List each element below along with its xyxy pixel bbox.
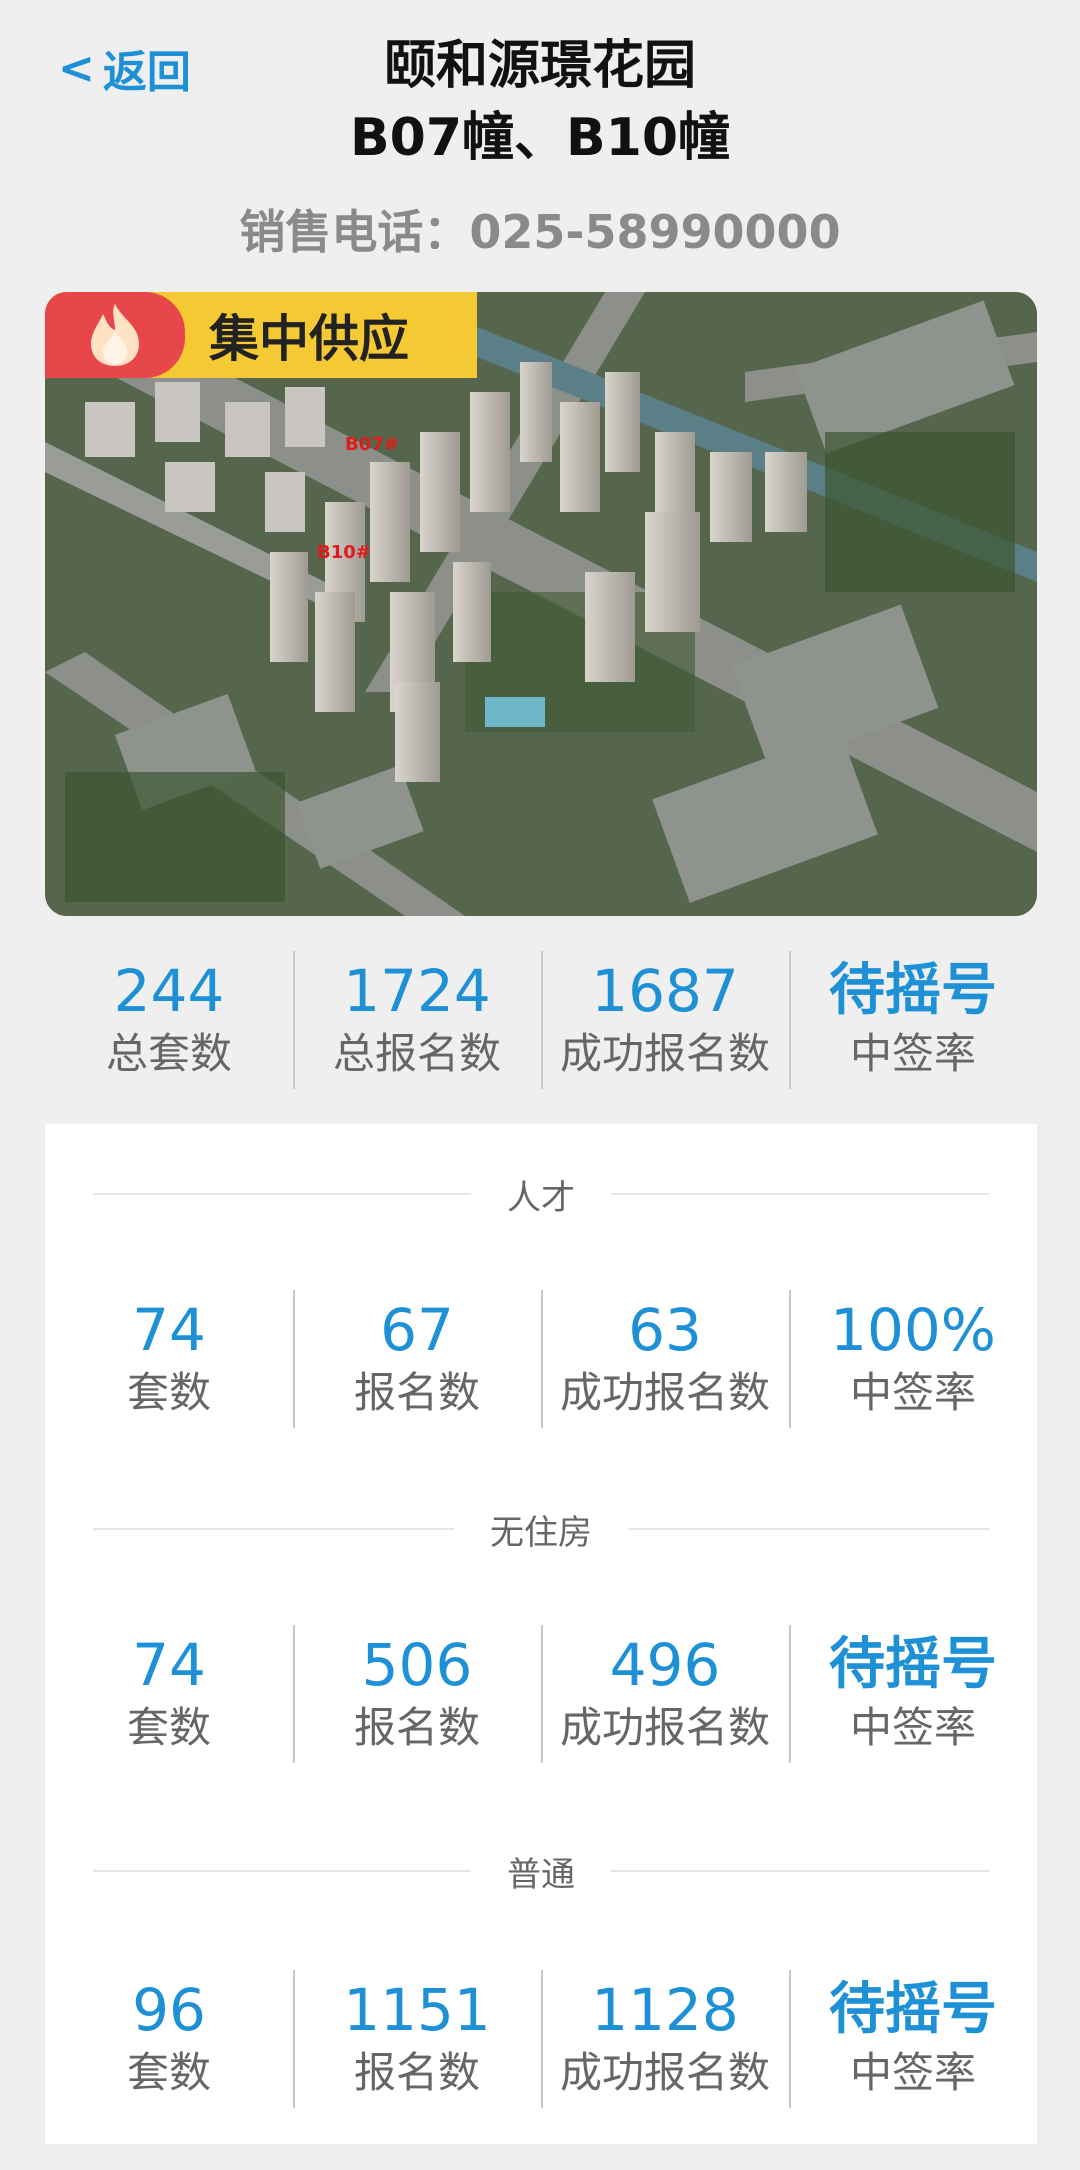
stat-value: 待摇号 <box>829 1977 997 2042</box>
stat-label: 报名数 <box>353 1703 480 1752</box>
stat-label: 成功报名数 <box>559 1029 770 1078</box>
stat-successful-registrations: 63 成功报名数 <box>541 1284 789 1434</box>
stat-successful-registrations: 1128 成功报名数 <box>541 1964 789 2114</box>
divider <box>93 1193 471 1195</box>
stat-value: 67 <box>380 1296 454 1364</box>
page-header: < 返回 颐和源璟花园 B07幢、B10幢 销售电话：025-58990000 <box>0 0 1080 275</box>
badge-label: 集中供应 <box>209 310 409 368</box>
title-buildings: B07幢、B10幢 <box>350 108 730 168</box>
stat-registrations: 506 报名数 <box>293 1619 541 1769</box>
stat-value: 100% <box>830 1296 996 1364</box>
stat-units: 96 套数 <box>45 1964 293 2114</box>
stat-registrations: 1151 报名数 <box>293 1964 541 2114</box>
stat-value: 1687 <box>591 957 739 1025</box>
section-stats-no-housing: 74 套数 506 报名数 496 成功报名数 待摇号 中签率 <box>45 1619 1037 1769</box>
divider <box>628 1528 989 1530</box>
divider <box>611 1870 989 1872</box>
stat-label: 套数 <box>126 1703 211 1752</box>
sales-phone[interactable]: 销售电话：025-58990000 <box>0 196 1080 262</box>
stat-win-rate: 待摇号 中签率 <box>789 1964 1037 2114</box>
summary-stats: 244 总套数 1724 总报名数 1687 成功报名数 待摇号 中签率 <box>45 945 1037 1095</box>
section-header-no-housing: 无住房 <box>93 1509 989 1553</box>
section-stats-ordinary: 96 套数 1151 报名数 1128 成功报名数 待摇号 中签率 <box>45 1964 1037 2114</box>
aerial-rendering <box>45 292 1037 916</box>
stat-registrations: 67 报名数 <box>293 1284 541 1434</box>
building-tag: B07# <box>345 434 399 455</box>
stat-label: 中签率 <box>849 1703 976 1752</box>
stat-label: 套数 <box>126 1368 211 1417</box>
stat-label: 报名数 <box>353 2048 480 2097</box>
title-project-name: 颐和源璟花园 <box>383 36 696 96</box>
project-aerial-image: B07# B10# 集中供应 <box>45 292 1037 916</box>
stat-win-rate: 待摇号 中签率 <box>789 945 1037 1095</box>
category-breakdown-card: 人才 74 套数 67 报名数 63 成功报名数 100% 中签率 无住房 74… <box>45 1124 1037 2144</box>
stat-label: 中签率 <box>849 2048 976 2097</box>
stat-label: 总报名数 <box>332 1029 501 1078</box>
divider <box>611 1193 989 1195</box>
stat-label: 成功报名数 <box>559 1703 770 1752</box>
stat-label: 成功报名数 <box>559 1368 770 1417</box>
stat-value: 1151 <box>343 1976 491 2044</box>
stat-value: 244 <box>113 957 225 1025</box>
section-title: 普通 <box>507 1854 575 1895</box>
flame-icon <box>45 292 185 378</box>
stat-value: 506 <box>361 1631 473 1699</box>
stat-value: 待摇号 <box>829 1632 997 1697</box>
stat-units: 74 套数 <box>45 1284 293 1434</box>
stat-label: 成功报名数 <box>559 2048 770 2097</box>
stat-total-registrations: 1724 总报名数 <box>293 945 541 1095</box>
stat-win-rate: 待摇号 中签率 <box>789 1619 1037 1769</box>
stat-value: 74 <box>132 1296 206 1364</box>
stat-value: 1724 <box>343 957 491 1025</box>
stat-value: 496 <box>609 1631 721 1699</box>
section-title: 无住房 <box>490 1512 592 1553</box>
stat-label: 中签率 <box>849 1029 976 1078</box>
stat-win-rate: 100% 中签率 <box>789 1284 1037 1434</box>
stat-value: 1128 <box>591 1976 739 2044</box>
stat-value: 63 <box>628 1296 702 1364</box>
divider <box>93 1528 454 1530</box>
stat-successful-registrations: 1687 成功报名数 <box>541 945 789 1095</box>
stat-label: 中签率 <box>849 1368 976 1417</box>
stat-total-units: 244 总套数 <box>45 945 293 1095</box>
stat-label: 报名数 <box>353 1368 480 1417</box>
section-stats-talent: 74 套数 67 报名数 63 成功报名数 100% 中签率 <box>45 1284 1037 1434</box>
stat-value: 待摇号 <box>829 958 997 1023</box>
section-title: 人才 <box>507 1177 575 1218</box>
stat-value: 74 <box>132 1631 206 1699</box>
stat-label: 总套数 <box>105 1029 232 1078</box>
supply-badge: 集中供应 <box>45 292 477 378</box>
stat-value: 96 <box>132 1976 206 2044</box>
divider <box>93 1870 471 1872</box>
stat-units: 74 套数 <box>45 1619 293 1769</box>
stat-successful-registrations: 496 成功报名数 <box>541 1619 789 1769</box>
section-header-ordinary: 普通 <box>93 1851 989 1895</box>
stat-label: 套数 <box>126 2048 211 2097</box>
building-tag: B10# <box>317 542 371 563</box>
section-header-talent: 人才 <box>93 1174 989 1218</box>
page-title: 颐和源璟花园 B07幢、B10幢 <box>0 30 1080 174</box>
